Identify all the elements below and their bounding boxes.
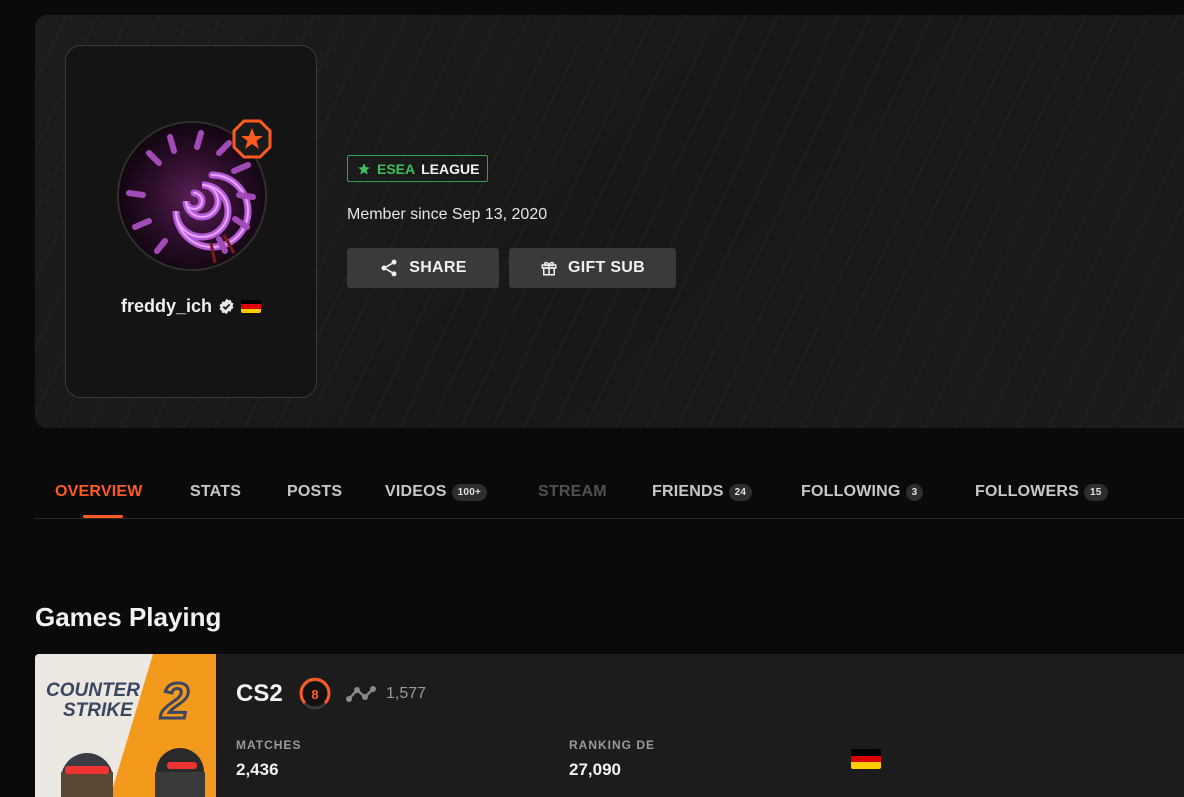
member-since: Member since Sep 13, 2020 <box>347 206 548 223</box>
cs2-art-text-strike: STRIKE <box>63 700 134 721</box>
ranking-value: 27,090 <box>569 760 621 779</box>
matches-value: 2,436 <box>236 760 279 779</box>
ranking-country-flag-icon <box>851 749 881 769</box>
tab-label: VIDEOS <box>385 483 447 500</box>
tab-label: FOLLOWING <box>801 483 901 500</box>
tab-friends[interactable]: FRIENDS 24 <box>652 483 753 501</box>
game-name: CS2 <box>236 680 283 707</box>
gift-sub-label: GIFT SUB <box>567 259 646 276</box>
esea-league-badge[interactable]: ESEA LEAGUE <box>347 155 488 182</box>
active-tab-indicator <box>83 515 123 518</box>
ranking-label: RANKING DE <box>569 738 656 752</box>
tab-stats[interactable]: STATS <box>190 483 241 501</box>
share-button[interactable]: SHARE <box>347 248 499 288</box>
tab-overview[interactable]: OVERVIEW <box>55 483 143 501</box>
tab-followers[interactable]: FOLLOWERS 15 <box>975 483 1108 501</box>
level-badge-icon <box>232 119 272 159</box>
country-flag-icon <box>241 300 262 313</box>
cs2-art-number: 2 <box>160 673 189 729</box>
tab-stream: STREAM <box>538 483 607 501</box>
skill-level-icon: 8 <box>297 676 333 712</box>
tab-label: FRIENDS <box>652 483 724 500</box>
tab-posts[interactable]: POSTS <box>287 483 342 501</box>
tab-count-badge: 15 <box>1084 483 1108 501</box>
tab-label: STREAM <box>538 483 607 500</box>
tab-count-badge: 24 <box>728 483 753 501</box>
gift-sub-button[interactable]: GIFT SUB <box>509 248 676 288</box>
skill-level-value: 8 <box>311 687 318 702</box>
league-label: LEAGUE <box>421 160 480 177</box>
tab-label: POSTS <box>287 483 343 500</box>
matches-label: MATCHES <box>236 738 302 752</box>
tab-count-badge: 3 <box>905 483 924 501</box>
verified-icon <box>218 298 235 315</box>
cs2-art-text-counter: COUNTER <box>46 680 140 701</box>
username-row: freddy_ich <box>66 296 316 317</box>
gift-icon <box>541 261 557 276</box>
game-card-cs2[interactable]: COUNTER STRIKE 2 CS2 8 1,577 MATCHES 2,4… <box>35 654 1184 797</box>
esea-star-icon <box>358 162 370 175</box>
elo-graph-icon <box>345 684 377 704</box>
tab-label: FOLLOWERS <box>975 483 1080 500</box>
username: freddy_ich <box>120 296 213 316</box>
tab-count-badge: 100+ <box>451 483 487 501</box>
share-icon <box>381 259 397 277</box>
tab-label: STATS <box>190 483 242 500</box>
tab-videos[interactable]: VIDEOS 100+ <box>385 483 487 501</box>
esea-label: ESEA <box>377 160 416 177</box>
tab-label: OVERVIEW <box>55 483 143 500</box>
profile-card: freddy_ich <box>65 45 317 398</box>
games-playing-title: Games Playing <box>35 602 222 632</box>
tab-following[interactable]: FOLLOWING 3 <box>801 483 924 501</box>
elo-value: 1,577 <box>386 685 427 702</box>
cs2-game-art: COUNTER STRIKE 2 <box>35 654 216 797</box>
share-label: SHARE <box>409 259 467 276</box>
profile-tabs: OVERVIEW STATS POSTS VIDEOS 100+ STREAM … <box>35 470 1184 519</box>
